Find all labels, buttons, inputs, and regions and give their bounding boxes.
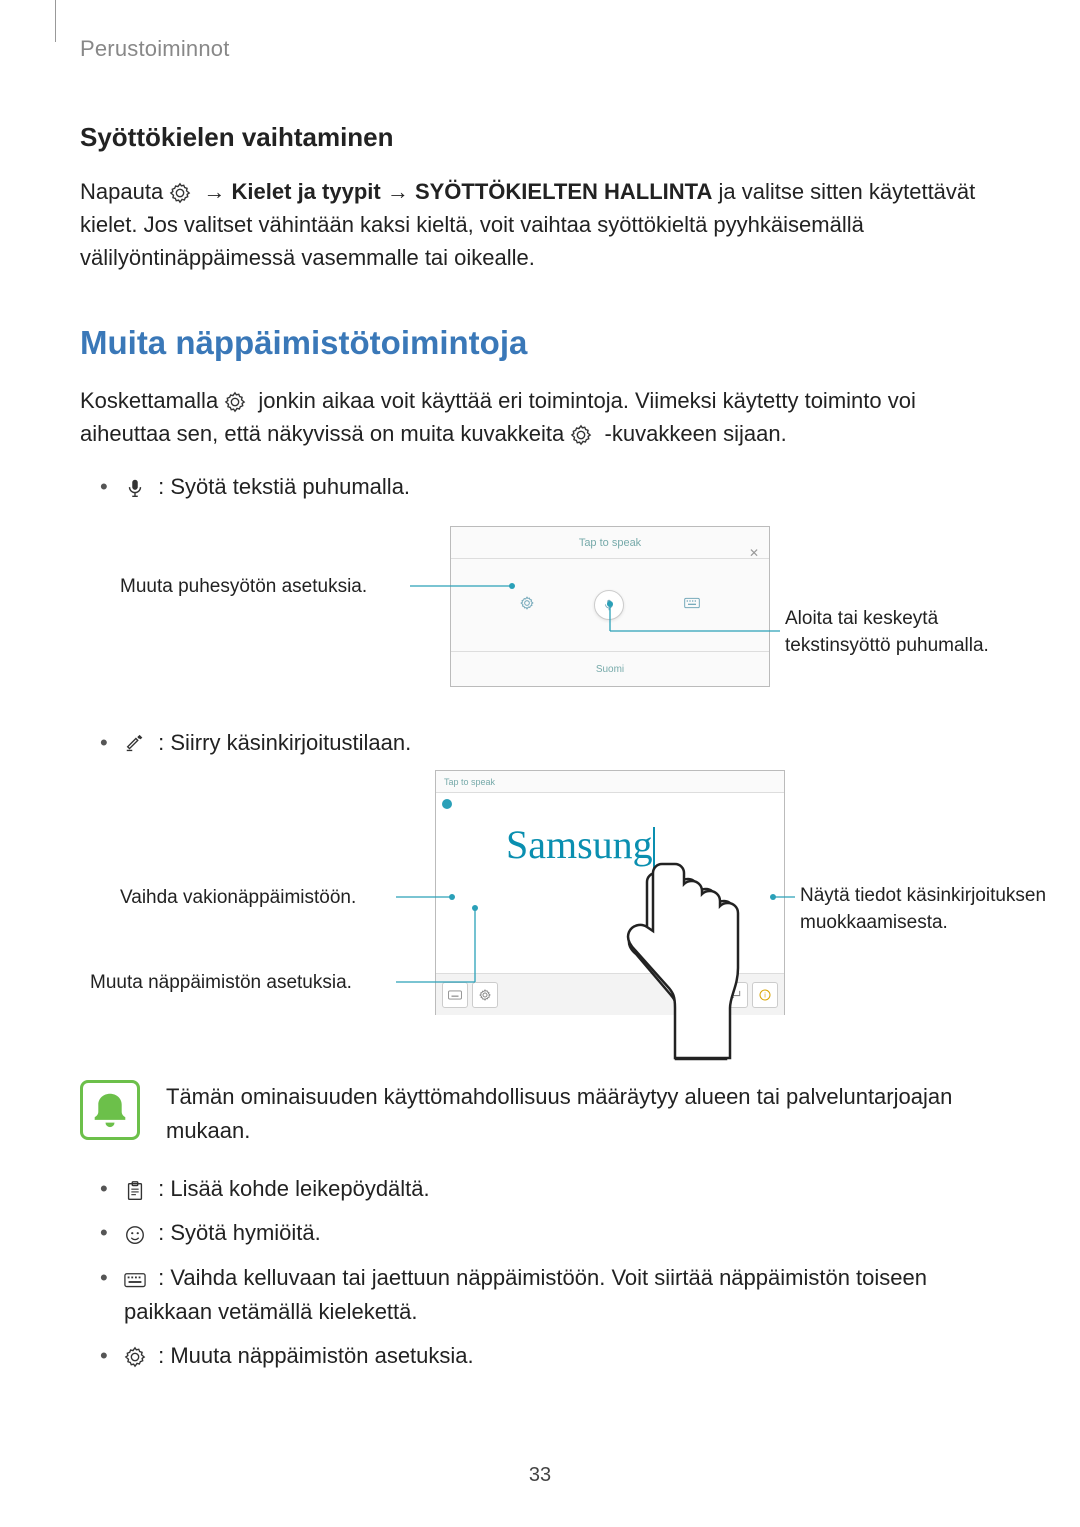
text-bold: Kielet ja tyypit [232, 179, 381, 204]
note-row: Tämän ominaisuuden käyttömahdollisuus mä… [80, 1080, 1000, 1148]
bullet-text: : Vaihda kelluvaan tai jaettuun näppäimi… [124, 1265, 927, 1324]
bullet-clipboard: : Lisää kohde leikepöydältä. [100, 1172, 1000, 1206]
text-fragment: → [203, 179, 231, 204]
paragraph-more-functions: Koskettamalla jonkin aikaa voit käyttää … [80, 384, 1000, 450]
figure-handwriting: Vaihda vakionäppäimistöön. Muuta näppäim… [80, 770, 1000, 1050]
callout-lines [80, 770, 1000, 1050]
keyboard-float-icon [124, 1266, 146, 1288]
text-fragment: Napauta [80, 179, 169, 204]
bullet-text: : Siirry käsinkirjoitustilaan. [158, 730, 411, 755]
note-text: Tämän ominaisuuden käyttömahdollisuus mä… [166, 1080, 1000, 1148]
text-fragment: -kuvakkeen sijaan. [605, 421, 787, 446]
gear-icon [224, 389, 246, 411]
callout-lines [80, 526, 1000, 696]
subsection-heading: Syöttökielen vaihtaminen [80, 122, 1000, 153]
bullet-text: : Syötä tekstiä puhumalla. [158, 474, 410, 499]
text-fragment: → [387, 179, 415, 204]
page-header: Perustoiminnot [80, 36, 1000, 62]
microphone-icon [124, 475, 146, 497]
figure-voice-input: Muuta puhesyötön asetuksia. Tap to speak… [80, 526, 1000, 696]
bullet-text: : Syötä hymiöitä. [158, 1220, 321, 1245]
text-bold: SYÖTTÖKIELTEN HALLINTA [415, 179, 712, 204]
gear-icon [124, 1344, 146, 1366]
page-number: 33 [0, 1464, 1080, 1487]
bullet-floating-keyboard: : Vaihda kelluvaan tai jaettuun näppäimi… [100, 1261, 1000, 1329]
bullet-handwriting: : Siirry käsinkirjoitustilaan. [100, 726, 1000, 760]
clipboard-icon [124, 1178, 146, 1200]
bullet-voice: : Syötä tekstiä puhumalla. [100, 470, 1000, 504]
smiley-icon [124, 1222, 146, 1244]
text-fragment: Koskettamalla [80, 388, 224, 413]
handwriting-icon [124, 731, 146, 753]
gear-icon [570, 422, 592, 444]
bullet-emoji: : Syötä hymiöitä. [100, 1216, 1000, 1250]
paragraph-lang-change: Napauta → Kielet ja tyypit → SYÖTTÖKIELT… [80, 175, 1000, 274]
gear-icon [169, 180, 191, 202]
bullet-text: : Lisää kohde leikepöydältä. [158, 1176, 430, 1201]
section-heading: Muita näppäimistötoimintoja [80, 324, 1000, 362]
bullet-text: : Muuta näppäimistön asetuksia. [158, 1343, 474, 1368]
bullet-settings: : Muuta näppäimistön asetuksia. [100, 1339, 1000, 1373]
note-icon [80, 1080, 140, 1140]
